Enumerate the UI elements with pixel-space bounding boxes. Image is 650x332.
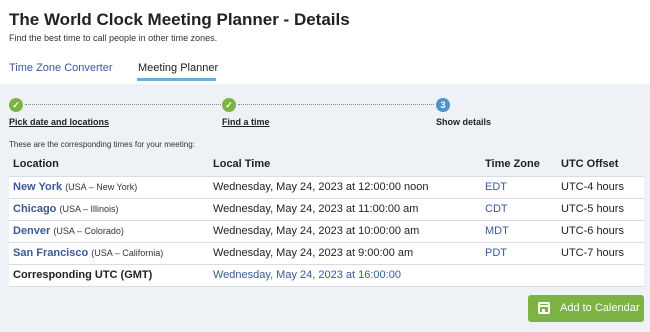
location-cell: San Francisco (USA – California) (9, 242, 209, 265)
page-title: The World Clock Meeting Planner - Detail… (9, 10, 350, 29)
local-time-cell: Wednesday, May 24, 2023 at 11:00:00 am (209, 198, 481, 221)
page-subtitle: Find the best time to call people in oth… (9, 33, 218, 43)
time-zone-cell: CDT (481, 198, 557, 221)
local-time-cell: Wednesday, May 24, 2023 at 12:00:00 noon (209, 176, 481, 199)
utc-offset-cell: UTC-7 hours (557, 242, 644, 265)
add-to-calendar-label: Add to Calendar (560, 302, 640, 314)
city-link[interactable]: Chicago (13, 203, 56, 215)
city-link[interactable]: San Francisco (13, 247, 88, 259)
step-1-check-icon: ✓ (9, 98, 23, 112)
utc-offset-cell: UTC-6 hours (557, 220, 644, 243)
progress-steps: ✓ ✓ 3 Pick date and locations Find a tim… (9, 98, 649, 132)
location-cell: Chicago (USA – Illinois) (9, 198, 209, 221)
city-region: (USA – California) (91, 248, 164, 258)
time-zone-cell: PDT (481, 242, 557, 265)
tab-time-zone-converter[interactable]: Time Zone Converter (9, 62, 113, 74)
calendar-icon (538, 302, 550, 314)
add-to-calendar-button[interactable]: Add to Calendar (528, 295, 644, 322)
table-header-row: Location Local Time Time Zone UTC Offset (9, 152, 644, 177)
city-region: (USA – Illinois) (59, 204, 119, 214)
table-row: Denver (USA – Colorado) Wednesday, May 2… (9, 220, 644, 243)
local-time-cell: Wednesday, May 24, 2023 at 10:00:00 am (209, 220, 481, 243)
meeting-planner-page: The World Clock Meeting Planner - Detail… (0, 0, 650, 332)
local-time-cell: Wednesday, May 24, 2023 at 9:00:00 am (209, 242, 481, 265)
utc-offset-cell: UTC-4 hours (557, 176, 644, 199)
meeting-times-table: Location Local Time Time Zone UTC Offset… (9, 152, 644, 287)
step-connector (25, 104, 221, 105)
column-header-utc-offset: UTC Offset (557, 152, 644, 177)
location-cell: New York (USA – New York) (9, 176, 209, 199)
time-zone-link[interactable]: PDT (485, 247, 507, 259)
step-link-find-time[interactable]: Find a time (222, 117, 270, 127)
city-region: (USA – New York) (65, 182, 138, 192)
city-link[interactable]: Denver (13, 225, 50, 237)
time-zone-cell: EDT (481, 176, 557, 199)
utc-time: Wednesday, May 24, 2023 at 16:00:00 (209, 264, 481, 287)
time-zone-cell: MDT (481, 220, 557, 243)
utc-offset-cell: UTC-5 hours (557, 198, 644, 221)
city-link[interactable]: New York (13, 181, 62, 193)
column-header-local-time: Local Time (209, 152, 481, 177)
table-row: San Francisco (USA – California) Wednesd… (9, 242, 644, 265)
city-region: (USA – Colorado) (53, 226, 124, 236)
time-zone-link[interactable]: CDT (485, 203, 508, 215)
location-cell: Denver (USA – Colorado) (9, 220, 209, 243)
step-connector (238, 104, 434, 105)
table-row: New York (USA – New York) Wednesday, May… (9, 176, 644, 199)
active-tab-indicator (137, 78, 216, 81)
column-header-location: Location (9, 152, 209, 177)
utc-row: Corresponding UTC (GMT) Wednesday, May 2… (9, 264, 644, 287)
step-2-check-icon: ✓ (222, 98, 236, 112)
time-zone-link[interactable]: EDT (485, 181, 507, 193)
utc-label: Corresponding UTC (GMT) (9, 264, 209, 287)
step-3-number-badge: 3 (436, 98, 450, 112)
corresponding-times-note: These are the corresponding times for yo… (9, 140, 195, 149)
time-zone-link[interactable]: MDT (485, 225, 509, 237)
step-link-pick-date[interactable]: Pick date and locations (9, 117, 109, 127)
tab-meeting-planner[interactable]: Meeting Planner (138, 62, 218, 74)
column-header-time-zone: Time Zone (481, 152, 557, 177)
table-row: Chicago (USA – Illinois) Wednesday, May … (9, 198, 644, 221)
step-label-show-details: Show details (436, 117, 492, 127)
